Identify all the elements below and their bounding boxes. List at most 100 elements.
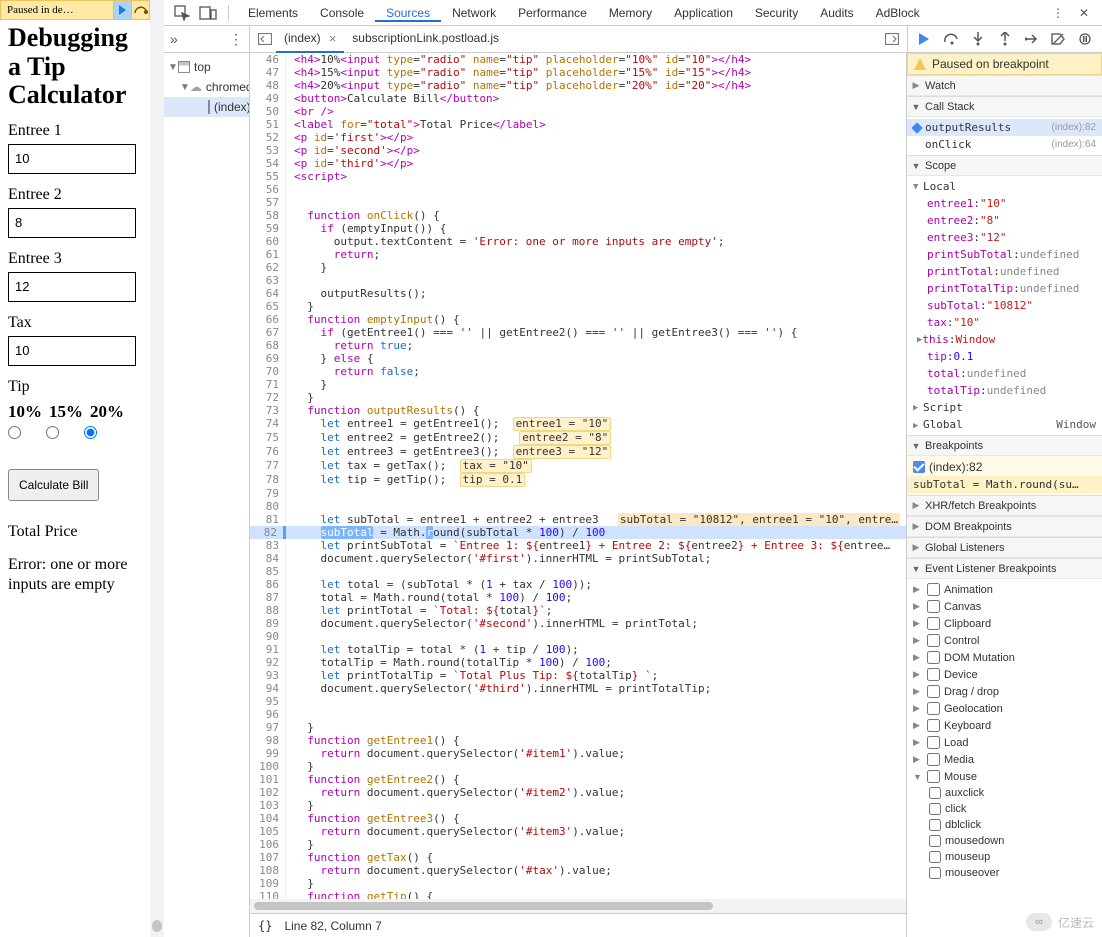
event-group-checkbox[interactable] xyxy=(927,583,940,596)
code-line[interactable]: 46<h4>10%<input type="radio" name="tip" … xyxy=(250,53,906,66)
tip-15-radio[interactable] xyxy=(46,426,59,439)
code-line[interactable]: 77 let tax = getTax(); tax = "10" xyxy=(250,459,906,473)
event-group-checkbox[interactable] xyxy=(927,651,940,664)
gutter-line-number[interactable]: 77 xyxy=(250,459,286,473)
code-line[interactable]: 63 xyxy=(250,274,906,287)
event-group[interactable]: ▶Control xyxy=(907,632,1102,649)
code-line[interactable]: 99 return document.querySelector('#item1… xyxy=(250,747,906,760)
code-line[interactable]: 90 xyxy=(250,630,906,643)
code-line[interactable]: 71 } xyxy=(250,378,906,391)
gutter-line-number[interactable]: 64 xyxy=(250,287,286,300)
code-line[interactable]: 110 function getTip() { xyxy=(250,890,906,899)
h-scroll-thumb[interactable] xyxy=(254,902,713,910)
code-line[interactable]: 61 return; xyxy=(250,248,906,261)
code-line[interactable]: 72 } xyxy=(250,391,906,404)
gutter-line-number[interactable]: 61 xyxy=(250,248,286,261)
section-breakpoints[interactable]: ▼Breakpoints xyxy=(907,435,1102,456)
event-group-checkbox[interactable] xyxy=(927,736,940,749)
code-line[interactable]: 104 function getEntree3() { xyxy=(250,812,906,825)
gutter-line-number[interactable]: 73 xyxy=(250,404,286,417)
code-line[interactable]: 47<h4>15%<input type="radio" name="tip" … xyxy=(250,66,906,79)
event-item[interactable]: auxclick xyxy=(907,785,1102,801)
scope-variable[interactable]: tip: 0.1 xyxy=(907,348,1102,365)
gutter-line-number[interactable]: 74 xyxy=(250,417,286,431)
code-line[interactable]: 58 function onClick() { xyxy=(250,209,906,222)
code-scroll[interactable]: 46<h4>10%<input type="radio" name="tip" … xyxy=(250,53,906,899)
gutter-line-number[interactable]: 65 xyxy=(250,300,286,313)
nav-domain[interactable]: ▼☁chromedev… xyxy=(164,77,249,97)
gutter-line-number[interactable]: 70 xyxy=(250,365,286,378)
code-line[interactable]: 75 let entree2 = getEntree2(); entree2 =… xyxy=(250,431,906,445)
gutter-line-number[interactable]: 87 xyxy=(250,591,286,604)
code-line[interactable]: 107 function getTax() { xyxy=(250,851,906,864)
devtools-tab-application[interactable]: Application xyxy=(663,6,744,20)
code-line[interactable]: 95 xyxy=(250,695,906,708)
event-group-checkbox[interactable] xyxy=(927,668,940,681)
event-item[interactable]: click xyxy=(907,801,1102,817)
callstack-frame[interactable]: onClick(index):64 xyxy=(907,136,1102,153)
event-group[interactable]: ▶Canvas xyxy=(907,598,1102,615)
gutter-line-number[interactable]: 78 xyxy=(250,473,286,487)
code-line[interactable]: 93 let printTotalTip = `Total Plus Tip: … xyxy=(250,669,906,682)
deactivate-breakpoints-icon[interactable] xyxy=(1048,29,1068,49)
code-line[interactable]: 80 xyxy=(250,500,906,513)
inspect-element-icon[interactable] xyxy=(170,1,194,25)
gutter-line-number[interactable]: 62 xyxy=(250,261,286,274)
event-item-checkbox[interactable] xyxy=(929,803,941,815)
gutter-line-number[interactable]: 96 xyxy=(250,708,286,721)
event-item-checkbox[interactable] xyxy=(929,787,941,799)
event-group-checkbox[interactable] xyxy=(927,634,940,647)
gutter-line-number[interactable]: 101 xyxy=(250,773,286,786)
code-line[interactable]: 100 } xyxy=(250,760,906,773)
scope-variable[interactable]: entree2: "8" xyxy=(907,212,1102,229)
devtools-tab-elements[interactable]: Elements xyxy=(237,6,309,20)
tax-input[interactable] xyxy=(8,336,136,366)
scope-variable[interactable]: printSubTotal: undefined xyxy=(907,246,1102,263)
code-line[interactable]: 84 document.querySelector('#first').inne… xyxy=(250,552,906,565)
scope-variable[interactable]: total: undefined xyxy=(907,365,1102,382)
gutter-line-number[interactable]: 106 xyxy=(250,838,286,851)
section-global-listeners[interactable]: ▶Global Listeners xyxy=(907,537,1102,558)
code-line[interactable]: 48<h4>20%<input type="radio" name="tip" … xyxy=(250,79,906,92)
gutter-line-number[interactable]: 103 xyxy=(250,799,286,812)
gutter-line-number[interactable]: 60 xyxy=(250,235,286,248)
step-over-icon[interactable] xyxy=(942,29,962,49)
code-line[interactable]: 103 } xyxy=(250,799,906,812)
gutter-line-number[interactable]: 86 xyxy=(250,578,286,591)
scope-variable[interactable]: entree3: "12" xyxy=(907,229,1102,246)
gutter-line-number[interactable]: 93 xyxy=(250,669,286,682)
gutter-line-number[interactable]: 46 xyxy=(250,53,286,66)
step-out-icon[interactable] xyxy=(995,29,1015,49)
event-item[interactable]: dblclick xyxy=(907,817,1102,833)
file-navigator[interactable]: ▼top ▼☁chromedev… (index) xyxy=(164,53,250,937)
gutter-line-number[interactable]: 49 xyxy=(250,92,286,105)
gutter-line-number[interactable]: 66 xyxy=(250,313,286,326)
section-callstack[interactable]: ▼Call Stack xyxy=(907,96,1102,117)
gutter-line-number[interactable]: 99 xyxy=(250,747,286,760)
gutter-line-number[interactable]: 110 xyxy=(250,890,286,899)
tip-20-radio[interactable] xyxy=(84,426,97,439)
code-line[interactable]: 109 } xyxy=(250,877,906,890)
code-line[interactable]: 88 let printTotal = `Total: ${total}`; xyxy=(250,604,906,617)
code-line[interactable]: 53<p id='second'></p> xyxy=(250,144,906,157)
gutter-line-number[interactable]: 107 xyxy=(250,851,286,864)
show-navigator-icon[interactable] xyxy=(254,28,276,50)
devtools-tab-sources[interactable]: Sources xyxy=(375,6,441,22)
gutter-line-number[interactable]: 104 xyxy=(250,812,286,825)
gutter-line-number[interactable]: 98 xyxy=(250,734,286,747)
gutter-line-number[interactable]: 57 xyxy=(250,196,286,209)
event-group[interactable]: ▶Load xyxy=(907,734,1102,751)
entree1-input[interactable] xyxy=(8,144,136,174)
gutter-line-number[interactable]: 53 xyxy=(250,144,286,157)
event-group-checkbox[interactable] xyxy=(927,770,940,783)
gutter-line-number[interactable]: 71 xyxy=(250,378,286,391)
code-line[interactable]: 55<script> xyxy=(250,170,906,183)
editor-tab[interactable]: (index)× xyxy=(276,26,344,53)
gutter-line-number[interactable]: 109 xyxy=(250,877,286,890)
device-toolbar-icon[interactable] xyxy=(196,1,220,25)
gutter-line-number[interactable]: 89 xyxy=(250,617,286,630)
gutter-line-number[interactable]: 84 xyxy=(250,552,286,565)
gutter-line-number[interactable]: 91 xyxy=(250,643,286,656)
breakpoint-entry[interactable]: (index):82 subTotal = Math.round(su… xyxy=(907,456,1102,495)
code-line[interactable]: 74 let entree1 = getEntree1(); entree1 =… xyxy=(250,417,906,431)
